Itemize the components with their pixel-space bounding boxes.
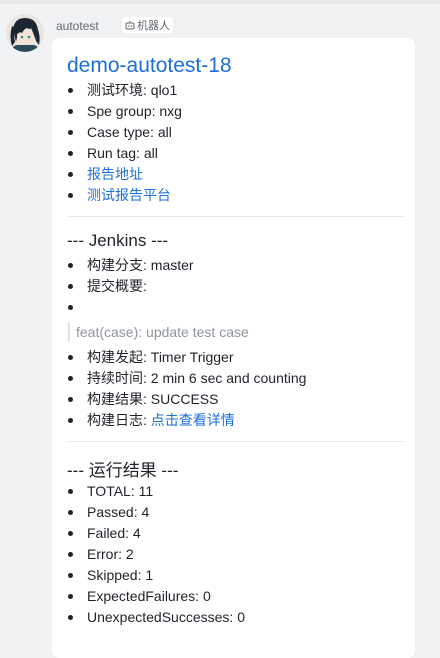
anime-character-avatar-icon bbox=[6, 14, 44, 52]
list-item: 提交概要: bbox=[68, 276, 194, 297]
jenkins-section-title: --- Jenkins --- bbox=[67, 231, 169, 250]
jenkins-list: 构建分支: master 提交概要: bbox=[68, 255, 194, 318]
info-list: 测试环境: qlo1 Spe group: nxg Case type: all… bbox=[68, 80, 182, 206]
list-item: TOTAL: 11 bbox=[68, 481, 245, 502]
list-item: 构建发起: Timer Trigger bbox=[68, 347, 306, 368]
list-item: 测试环境: qlo1 bbox=[68, 80, 182, 101]
sender-name[interactable]: autotest bbox=[56, 19, 99, 33]
card-title-link[interactable]: demo-autotest-18 bbox=[67, 54, 232, 78]
list-item: 构建结果: SUCCESS bbox=[68, 389, 306, 410]
list-item: Passed: 4 bbox=[68, 502, 245, 523]
divider bbox=[67, 216, 403, 217]
list-item: Spe group: nxg bbox=[68, 101, 182, 122]
list-item: Error: 2 bbox=[68, 544, 245, 565]
list-item: 测试报告平台 bbox=[68, 185, 182, 206]
robot-badge: 机器人 bbox=[122, 17, 173, 33]
list-item: ExpectedFailures: 0 bbox=[68, 586, 245, 607]
list-item: Failed: 4 bbox=[68, 523, 245, 544]
list-item: 构建分支: master bbox=[68, 255, 194, 276]
list-item: Run tag: all bbox=[68, 143, 182, 164]
jenkins-build-list: 构建发起: Timer Trigger 持续时间: 2 min 6 sec an… bbox=[68, 347, 306, 431]
message-card: demo-autotest-18 测试环境: qlo1 Spe group: n… bbox=[52, 38, 415, 658]
report-link[interactable]: 报告地址 bbox=[87, 166, 143, 182]
list-item: 持续时间: 2 min 6 sec and counting bbox=[68, 368, 306, 389]
results-section-title: --- 运行结果 --- bbox=[67, 461, 179, 480]
commit-quote: feat(case): update test case bbox=[68, 323, 249, 341]
list-item: Case type: all bbox=[68, 122, 182, 143]
list-item: 构建日志: 点击查看详情 bbox=[68, 410, 306, 431]
build-log-link[interactable]: 点击查看详情 bbox=[151, 412, 235, 428]
list-item: 报告地址 bbox=[68, 164, 182, 185]
results-list: TOTAL: 11 Passed: 4 Failed: 4 Error: 2 S… bbox=[68, 481, 245, 628]
robot-badge-label: 机器人 bbox=[137, 20, 170, 32]
list-item bbox=[68, 297, 194, 318]
list-item: UnexpectedSuccesses: 0 bbox=[68, 607, 245, 628]
list-item: Skipped: 1 bbox=[68, 565, 245, 586]
avatar[interactable] bbox=[6, 14, 44, 52]
robot-icon bbox=[125, 21, 135, 30]
top-divider bbox=[0, 0, 440, 4]
report-platform-link[interactable]: 测试报告平台 bbox=[87, 187, 171, 203]
divider bbox=[67, 441, 403, 442]
